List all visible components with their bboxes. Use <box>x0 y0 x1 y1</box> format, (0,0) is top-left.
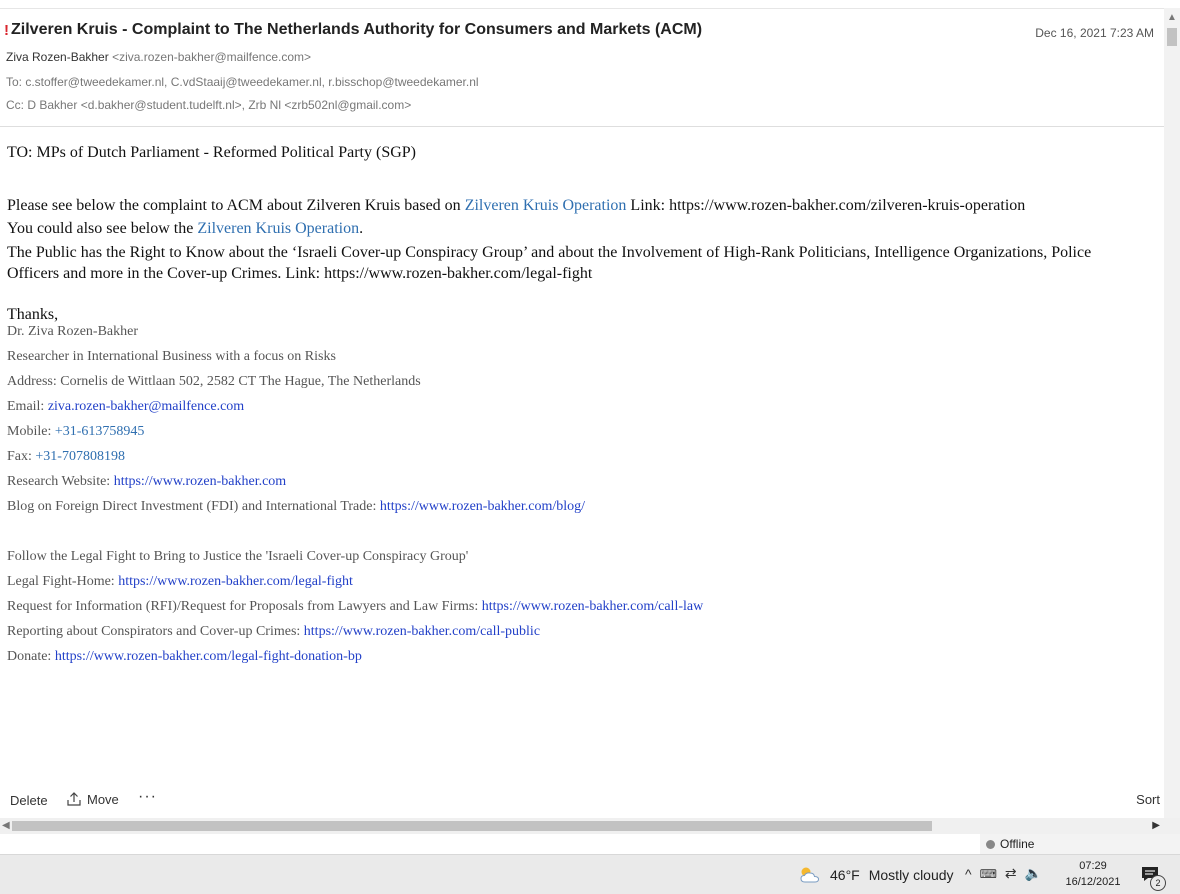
sig-email-link[interactable]: ziva.rozen-bakher@mailfence.com <box>48 399 244 414</box>
sig-follow: Follow the Legal Fight to Bring to Justi… <box>7 549 469 564</box>
from-name: Ziva Rozen-Bakher <box>6 50 109 64</box>
email-body: TO: MPs of Dutch Parliament - Reformed P… <box>7 143 1157 669</box>
move-icon <box>67 792 81 806</box>
greeting: TO: MPs of Dutch Parliament - Reformed P… <box>7 144 416 161</box>
zilveren-kruis-operation-link-2[interactable]: Zilveren Kruis Operation <box>197 220 359 237</box>
sig-email-row: Email: ziva.rozen-bakher@mailfence.com <box>7 394 1157 419</box>
subject-row: ! Zilveren Kruis - Complaint to The Neth… <box>4 21 702 39</box>
notification-count-badge: 2 <box>1150 875 1166 891</box>
sig-donate-row: Donate: https://www.rozen-bakher.com/leg… <box>7 644 1157 669</box>
sig-website-row: Research Website: https://www.rozen-bakh… <box>7 469 1157 494</box>
delete-button[interactable]: Delete <box>10 793 48 808</box>
vertical-scrollbar[interactable]: ▲ <box>1164 8 1180 818</box>
paragraph-2-text: You could also see below the <box>7 220 198 237</box>
sig-blog-label: Blog on Foreign Direct Investment (FDI) … <box>7 499 380 514</box>
sig-mobile-label: Mobile: <box>7 424 55 439</box>
taskbar: 46°F Mostly cloudy ^ ⌨ ⇄ 🔈 07:29 16/12/2… <box>0 854 1180 894</box>
paragraph-1-text-b: Link: https://www.rozen-bakher.com/zilve… <box>626 197 1026 214</box>
notification-button[interactable]: 2 <box>1138 863 1166 891</box>
email-to[interactable]: To: c.stoffer@tweedekamer.nl, C.vdStaaij… <box>6 75 479 89</box>
signature: Dr. Ziva Rozen-Bakher Researcher in Inte… <box>7 319 1157 669</box>
sig-rfi-link[interactable]: https://www.rozen-bakher.com/call-law <box>482 599 703 614</box>
offline-status: Offline <box>980 834 1180 854</box>
paragraph-2: You could also see below the Zilveren Kr… <box>7 219 1157 238</box>
message-toolbar: Delete Move ··· Sort <box>0 788 1164 814</box>
sig-report-link[interactable]: https://www.rozen-bakher.com/call-public <box>304 624 540 639</box>
scrollbar-corner <box>1164 818 1180 834</box>
sig-fax-label: Fax: <box>7 449 36 464</box>
system-tray: ^ ⌨ ⇄ 🔈 <box>965 865 1042 882</box>
from-address: <ziva.rozen-bakher@mailfence.com> <box>112 50 311 64</box>
chevron-up-icon[interactable]: ^ <box>965 866 972 882</box>
sig-email-label: Email: <box>7 399 48 414</box>
sig-mobile-row: Mobile: +31-613758945 <box>7 419 1157 444</box>
more-options-button[interactable]: ··· <box>138 788 157 806</box>
email-date: Dec 16, 2021 7:23 AM <box>1035 26 1154 40</box>
sig-mobile-link[interactable]: +31-613758945 <box>55 424 145 439</box>
clock[interactable]: 07:29 16/12/2021 <box>1062 858 1124 890</box>
clock-time: 07:29 <box>1079 860 1107 872</box>
email-from[interactable]: Ziva Rozen-Bakher <ziva.rozen-bakher@mai… <box>6 50 311 64</box>
sig-donate-link[interactable]: https://www.rozen-bakher.com/legal-fight… <box>55 649 362 664</box>
sig-donate-label: Donate: <box>7 649 55 664</box>
sig-legal-link[interactable]: https://www.rozen-bakher.com/legal-fight <box>118 574 353 589</box>
email-header: ! Zilveren Kruis - Complaint to The Neth… <box>0 9 1164 127</box>
sort-button[interactable]: Sort <box>1136 792 1160 807</box>
weather-condition: Mostly cloudy <box>868 867 954 883</box>
sig-blog-link[interactable]: https://www.rozen-bakher.com/blog/ <box>380 499 585 514</box>
sig-fax-link[interactable]: +31-707808198 <box>35 449 125 464</box>
sig-title: Researcher in International Business wit… <box>7 349 336 364</box>
status-dot-icon <box>986 840 995 849</box>
sig-legal-row: Legal Fight-Home: https://www.rozen-bakh… <box>7 569 1157 594</box>
sig-fax-row: Fax: +31-707808198 <box>7 444 1157 469</box>
offline-label: Offline <box>1000 837 1035 851</box>
top-border <box>0 0 1164 9</box>
priority-flag-icon: ! <box>4 21 9 39</box>
sig-legal-label: Legal Fight-Home: <box>7 574 119 589</box>
sig-website-link[interactable]: https://www.rozen-bakher.com <box>114 474 287 489</box>
network-icon[interactable]: ⇄ <box>1005 865 1017 882</box>
horizontal-scroll-thumb[interactable] <box>12 821 932 831</box>
scroll-up-arrow-icon[interactable]: ▲ <box>1167 12 1177 23</box>
sig-report-row: Reporting about Conspirators and Cover-u… <box>7 619 1157 644</box>
sig-rfi-row: Request for Information (RFI)/Request fo… <box>7 594 1157 619</box>
sig-address: Address: Cornelis de Wittlaan 502, 2582 … <box>7 374 421 389</box>
sig-rfi-label: Request for Information (RFI)/Request fo… <box>7 599 482 614</box>
volume-icon[interactable]: 🔈 <box>1025 865 1042 882</box>
email-cc[interactable]: Cc: D Bakher <d.bakher@student.tudelft.n… <box>6 98 411 112</box>
zilveren-kruis-operation-link[interactable]: Zilveren Kruis Operation <box>465 197 627 214</box>
clock-date: 16/12/2021 <box>1065 876 1121 888</box>
move-button[interactable]: Move <box>66 791 119 807</box>
weather-widget[interactable]: 46°F Mostly cloudy <box>798 865 954 885</box>
vertical-scroll-thumb[interactable] <box>1167 28 1177 46</box>
paragraph-1-text: Please see below the complaint to ACM ab… <box>7 197 465 214</box>
paragraph-2-end: . <box>359 220 364 237</box>
email-subject: Zilveren Kruis - Complaint to The Nether… <box>11 21 703 38</box>
sig-report-label: Reporting about Conspirators and Cover-u… <box>7 624 304 639</box>
paragraph-1: Please see below the complaint to ACM ab… <box>7 193 1097 218</box>
move-label: Move <box>87 791 119 807</box>
sig-website-label: Research Website: <box>7 474 114 489</box>
horizontal-scrollbar[interactable]: ◀ ▶ <box>0 818 1164 834</box>
paragraph-3: The Public has the Right to Know about t… <box>7 244 1092 282</box>
scroll-left-arrow-icon[interactable]: ◀ <box>2 820 10 831</box>
sig-blog-row: Blog on Foreign Direct Investment (FDI) … <box>7 494 1157 519</box>
keyboard-icon[interactable]: ⌨ <box>980 867 997 881</box>
temperature: 46°F <box>830 867 860 883</box>
scroll-right-arrow-icon[interactable]: ▶ <box>1152 820 1160 831</box>
partly-cloudy-icon <box>800 867 820 883</box>
sig-name: Dr. Ziva Rozen-Bakher <box>7 324 139 339</box>
